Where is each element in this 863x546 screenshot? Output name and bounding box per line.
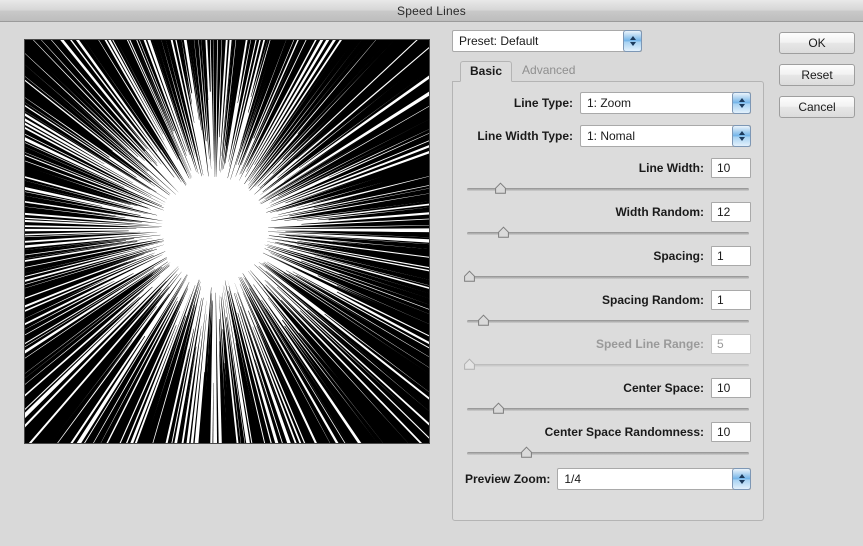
slider-handle[interactable] bbox=[494, 182, 507, 195]
title-bar: Speed Lines bbox=[0, 0, 863, 22]
slider-header: Speed Line Range: 5 bbox=[465, 334, 751, 354]
preset-value: Preset: Default bbox=[459, 34, 539, 48]
preview-zoom-row: Preview Zoom: 1/4 bbox=[465, 468, 751, 490]
slider-track bbox=[467, 188, 749, 191]
slider[interactable] bbox=[467, 182, 749, 196]
tab-advanced[interactable]: Advanced bbox=[512, 60, 585, 81]
slider-track bbox=[467, 320, 749, 323]
basic-tab-panel: Line Type: 1: Zoom Line Width Type: 1: N… bbox=[452, 81, 764, 521]
slider[interactable] bbox=[467, 446, 749, 460]
slider-track bbox=[467, 364, 749, 367]
cancel-button[interactable]: Cancel bbox=[779, 96, 855, 118]
slider-group: Width Random: 12 bbox=[465, 202, 751, 240]
slider-value-field[interactable]: 1 bbox=[711, 290, 751, 310]
slider-header: Spacing: 1 bbox=[465, 246, 751, 266]
slider[interactable] bbox=[464, 270, 749, 284]
line-type-value: 1: Zoom bbox=[587, 96, 632, 110]
slider-label: Center Space: bbox=[623, 381, 704, 395]
tab-basic[interactable]: Basic bbox=[460, 61, 513, 82]
slider-value-field[interactable]: 1 bbox=[711, 246, 751, 266]
slider-group: Speed Line Range: 5 bbox=[464, 334, 751, 372]
slider-header: Spacing Random: 1 bbox=[465, 290, 751, 310]
slider-group: Spacing: 1 bbox=[464, 246, 751, 284]
speed-lines-preview-image bbox=[25, 40, 429, 443]
slider-list: Line Width: 10 Width Random: 12 Spacing: 1 Spa… bbox=[464, 158, 751, 460]
slider-label: Spacing: bbox=[653, 249, 704, 263]
line-type-label: Line Type: bbox=[513, 96, 573, 110]
preview-zoom-dropdown[interactable]: 1/4 bbox=[557, 468, 751, 490]
slider-label: Center Space Randomness: bbox=[544, 425, 704, 439]
preview-zoom-value: 1/4 bbox=[564, 472, 582, 486]
slider-group: Line Width: 10 bbox=[465, 158, 751, 196]
slider-value-field[interactable]: 10 bbox=[711, 422, 751, 442]
slider-handle[interactable] bbox=[477, 314, 490, 327]
slider-handle[interactable] bbox=[520, 446, 533, 459]
line-width-type-stepper-icon[interactable] bbox=[732, 125, 751, 147]
slider-header: Line Width: 10 bbox=[465, 158, 751, 178]
slider-group: Center Space: 10 bbox=[465, 378, 751, 416]
slider-label: Spacing Random: bbox=[601, 293, 704, 307]
slider-value-field[interactable]: 12 bbox=[711, 202, 751, 222]
line-width-type-row: Line Width Type: 1: Nomal bbox=[465, 125, 751, 147]
slider-header: Width Random: 12 bbox=[465, 202, 751, 222]
slider-handle[interactable] bbox=[497, 226, 510, 239]
slider-value-field[interactable]: 10 bbox=[711, 378, 751, 398]
dialog-buttons: OK Reset Cancel bbox=[779, 32, 855, 128]
ok-button-label: OK bbox=[808, 36, 826, 50]
tab-basic-label: Basic bbox=[470, 64, 503, 78]
settings-panel: Preset: Default Basic Advanced Line Type… bbox=[452, 30, 764, 521]
slider-handle bbox=[463, 358, 476, 371]
slider-track bbox=[467, 408, 749, 411]
line-type-stepper-icon[interactable] bbox=[732, 92, 751, 114]
slider-track bbox=[467, 276, 749, 279]
reset-button-label: Reset bbox=[801, 68, 833, 82]
tab-bar: Basic Advanced bbox=[452, 60, 764, 82]
speed-lines-dialog: Speed Lines Preset: Default Basic Advanc… bbox=[0, 0, 863, 546]
slider[interactable] bbox=[467, 402, 749, 416]
slider-header: Center Space Randomness: 10 bbox=[465, 422, 751, 442]
slider-header: Center Space: 10 bbox=[465, 378, 751, 398]
line-width-type-label: Line Width Type: bbox=[477, 129, 573, 143]
slider-value-field: 5 bbox=[711, 334, 751, 354]
slider-handle[interactable] bbox=[463, 270, 476, 283]
preview-zoom-label: Preview Zoom: bbox=[465, 472, 551, 486]
preset-stepper-icon[interactable] bbox=[623, 30, 642, 52]
window-title: Speed Lines bbox=[397, 3, 466, 18]
preview-zoom-stepper-icon[interactable] bbox=[732, 468, 751, 490]
preview-panel[interactable] bbox=[24, 39, 430, 444]
slider[interactable] bbox=[467, 226, 749, 240]
slider-label: Width Random: bbox=[615, 205, 704, 219]
slider-label: Line Width: bbox=[638, 161, 704, 175]
reset-button[interactable]: Reset bbox=[779, 64, 855, 86]
slider bbox=[464, 358, 749, 372]
line-type-dropdown[interactable]: 1: Zoom bbox=[580, 92, 751, 114]
preset-dropdown[interactable]: Preset: Default bbox=[452, 30, 642, 52]
line-width-type-value: 1: Nomal bbox=[587, 129, 636, 143]
slider-handle[interactable] bbox=[492, 402, 505, 415]
cancel-button-label: Cancel bbox=[798, 100, 836, 114]
line-width-type-dropdown[interactable]: 1: Nomal bbox=[580, 125, 751, 147]
preset-row: Preset: Default bbox=[452, 30, 764, 52]
slider-label: Speed Line Range: bbox=[595, 337, 704, 351]
slider-group: Spacing Random: 1 bbox=[465, 290, 751, 328]
slider[interactable] bbox=[467, 314, 749, 328]
tab-advanced-label: Advanced bbox=[522, 63, 576, 77]
line-type-row: Line Type: 1: Zoom bbox=[465, 92, 751, 114]
slider-track bbox=[467, 452, 749, 455]
ok-button[interactable]: OK bbox=[779, 32, 855, 54]
slider-value-field[interactable]: 10 bbox=[711, 158, 751, 178]
slider-group: Center Space Randomness: 10 bbox=[465, 422, 751, 460]
